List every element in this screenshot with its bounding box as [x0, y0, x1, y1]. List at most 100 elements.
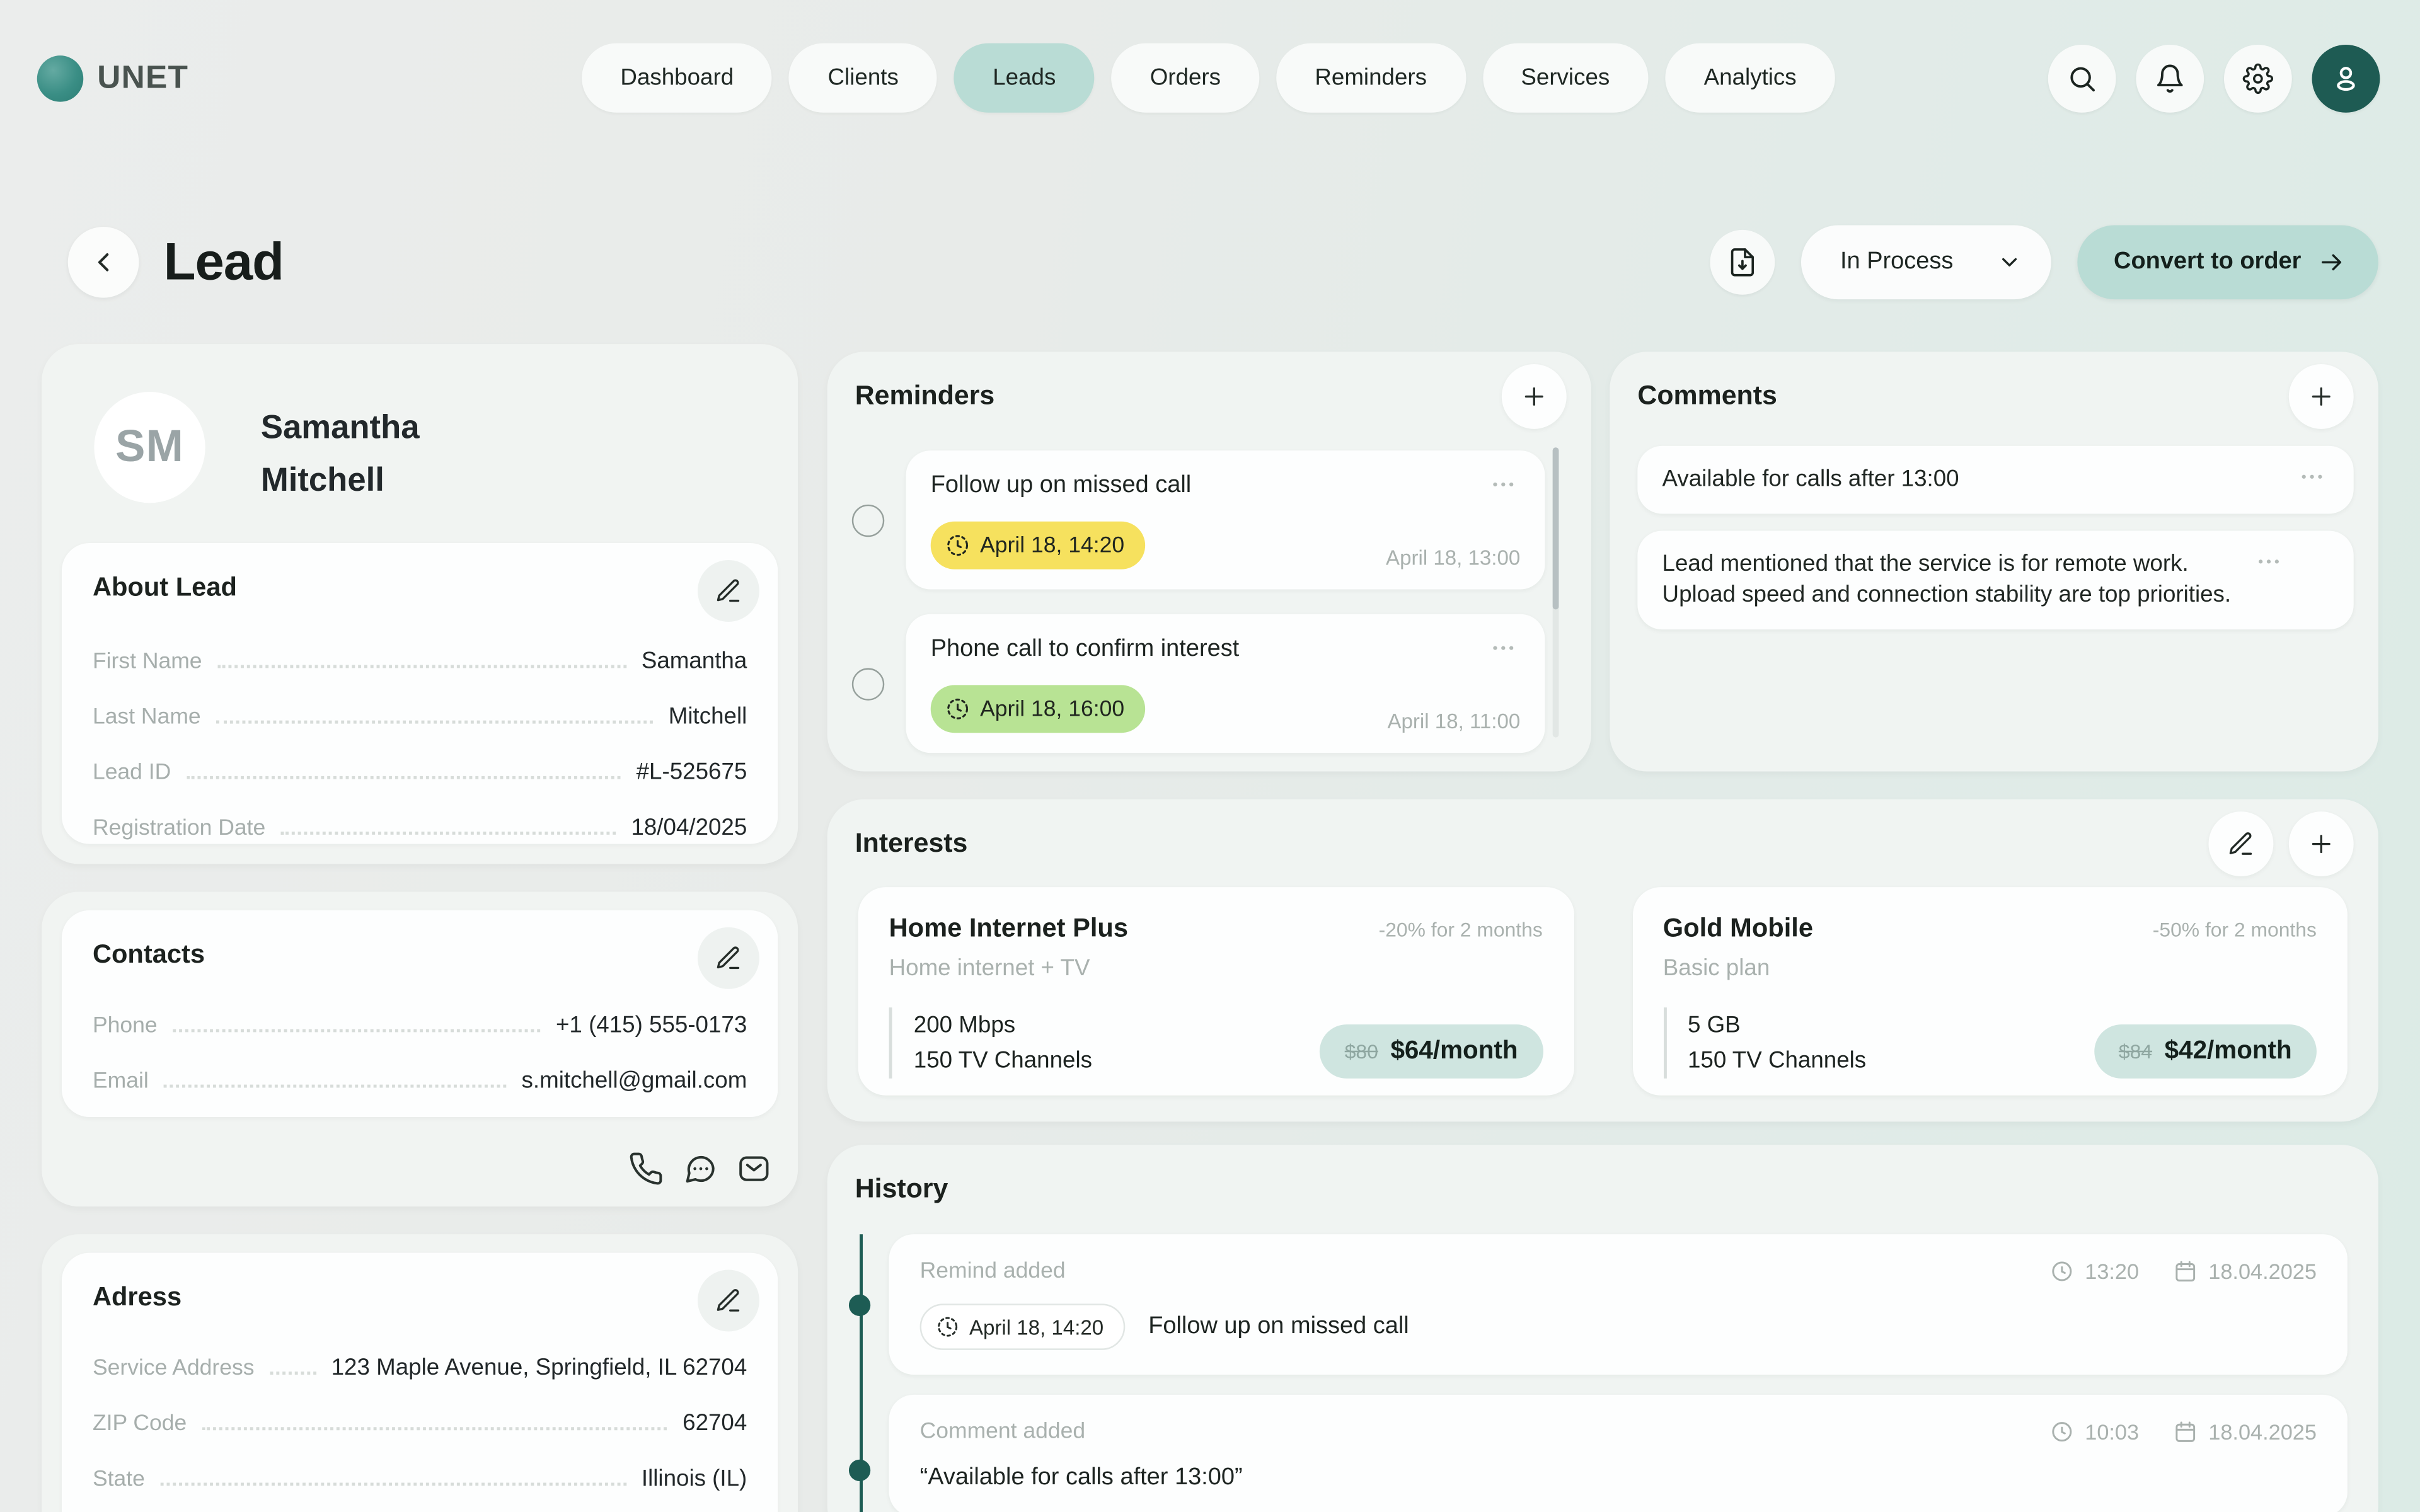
- field-value: 62704: [683, 1410, 747, 1436]
- about-lead-title: About Lead: [93, 573, 747, 604]
- edit-contacts-button[interactable]: [698, 927, 759, 989]
- event-time: 13:20: [2085, 1259, 2139, 1283]
- dotted-leader: [173, 1029, 540, 1032]
- scrollbar-thumb[interactable]: [1553, 447, 1559, 610]
- event-meta: 13:20 18.04.2025: [2049, 1259, 2317, 1283]
- search-button[interactable]: [2048, 44, 2116, 112]
- call-button[interactable]: [628, 1151, 664, 1186]
- clock-dotted-icon: [945, 696, 971, 722]
- field-row: StateIllinois (IL): [93, 1466, 747, 1492]
- plan-feature: 200 Mbps: [914, 1007, 1092, 1043]
- lead-page: UNET Dashboard Clients Leads Orders Remi…: [0, 0, 2420, 1512]
- nav-dashboard[interactable]: Dashboard: [582, 43, 772, 113]
- field-row: Registration Date18/04/2025: [93, 815, 747, 841]
- dotted-leader: [217, 665, 626, 668]
- gear-icon: [2242, 62, 2273, 93]
- export-button[interactable]: [1710, 230, 1775, 295]
- plan-feature: 150 TV Channels: [914, 1043, 1092, 1079]
- edit-address-button[interactable]: [698, 1270, 759, 1332]
- plan-features: 5 GB 150 TV Channels: [1663, 1007, 1866, 1079]
- interest-plans: Home Internet Plus -20% for 2 months Hom…: [858, 887, 2348, 1096]
- field-label: State: [93, 1467, 145, 1492]
- reminder-title: Phone call to confirm interest: [931, 636, 1239, 663]
- bell-icon: [2155, 62, 2186, 93]
- clock-dotted-icon: [935, 1315, 960, 1339]
- due-time-badge: April 18, 16:00: [931, 685, 1144, 733]
- lead-avatar: SM: [94, 392, 205, 503]
- event-text: “Available for calls after 13:00”: [920, 1464, 1243, 1492]
- nav-services[interactable]: Services: [1482, 43, 1648, 113]
- notifications-button[interactable]: [2136, 44, 2204, 112]
- add-reminder-button[interactable]: [1502, 364, 1567, 429]
- clock-icon: [2049, 1259, 2074, 1283]
- plan-card: Gold Mobile -50% for 2 months Basic plan…: [1632, 887, 2348, 1096]
- field-value: s.mitchell@gmail.com: [522, 1068, 747, 1094]
- email-button[interactable]: [736, 1151, 771, 1186]
- plus-icon: [2307, 830, 2335, 858]
- nav-reminders[interactable]: Reminders: [1276, 43, 1465, 113]
- nav-leads[interactable]: Leads: [954, 43, 1095, 113]
- comment-menu-button[interactable]: [2252, 549, 2286, 574]
- interests-section: Interests Home Internet Plus -20% for 2 …: [827, 799, 2378, 1122]
- dotted-leader: [270, 1372, 316, 1375]
- lead-last-name: Mitchell: [261, 454, 420, 506]
- field-label: Phone: [93, 1014, 158, 1038]
- history-section: History Remind added 13:20 18.04.2025 Ap…: [827, 1145, 2378, 1512]
- event-date: 18.04.2025: [2208, 1419, 2317, 1444]
- edit-about-button[interactable]: [698, 560, 759, 622]
- address-fields: Service Address123 Maple Avenue, Springf…: [93, 1354, 747, 1492]
- reminders-title: Reminders: [855, 379, 995, 411]
- edit-interests-button[interactable]: [2208, 811, 2273, 876]
- event-action: Comment added: [920, 1419, 1086, 1444]
- plan-feature: 150 TV Channels: [1688, 1043, 1866, 1079]
- reminder-checkbox[interactable]: [852, 667, 884, 699]
- plus-icon: [2307, 382, 2335, 410]
- convert-to-order-button[interactable]: Convert to order: [2077, 226, 2378, 300]
- calendar-icon: [2173, 1259, 2198, 1283]
- plan-price: $64/month: [1390, 1037, 1518, 1067]
- lead-name: Samantha Mitchell: [261, 401, 420, 507]
- file-download-icon: [1727, 247, 1758, 278]
- nav-analytics[interactable]: Analytics: [1665, 43, 1835, 113]
- comment-menu-button[interactable]: [2295, 464, 2329, 489]
- field-row: Service Address123 Maple Avenue, Springf…: [93, 1354, 747, 1381]
- dotted-leader: [202, 1427, 667, 1430]
- address-panel: Adress Service Address123 Maple Avenue, …: [62, 1253, 778, 1512]
- field-label: ZIP Code: [93, 1412, 187, 1436]
- event-time: 10:03: [2085, 1419, 2139, 1444]
- address-title: Adress: [93, 1282, 747, 1313]
- field-label: Lead ID: [93, 760, 171, 785]
- message-button[interactable]: [682, 1151, 717, 1186]
- reminder-created: April 18, 13:00: [1386, 546, 1520, 570]
- reminder-menu-button[interactable]: [1486, 636, 1520, 660]
- page-title-bar: Lead: [68, 227, 284, 298]
- nav-orders[interactable]: Orders: [1111, 43, 1259, 113]
- contacts-panel: Contacts Phone+1 (415) 555-0173 Emails.m…: [62, 910, 778, 1117]
- brand-logo[interactable]: UNET: [37, 55, 188, 101]
- clock-dotted-icon: [945, 532, 971, 559]
- arrow-right-icon: [2318, 248, 2346, 276]
- settings-button[interactable]: [2224, 44, 2292, 112]
- chevron-down-icon: [1997, 250, 2021, 275]
- plan-name: Home Internet Plus: [889, 914, 1128, 944]
- add-interest-button[interactable]: [2289, 811, 2354, 876]
- add-comment-button[interactable]: [2289, 364, 2354, 429]
- user-avatar-button[interactable]: [2312, 44, 2380, 112]
- status-dropdown[interactable]: In Process: [1802, 226, 2051, 300]
- plan-old-price: $80: [1345, 1040, 1378, 1063]
- back-button[interactable]: [68, 227, 139, 298]
- calendar-icon: [2173, 1419, 2198, 1444]
- due-time-badge: April 18, 14:20: [931, 522, 1144, 570]
- reminder-checkbox[interactable]: [852, 504, 884, 536]
- reminders-section: Reminders Follow up on missed call April…: [827, 352, 1591, 771]
- reminder-menu-button[interactable]: [1486, 472, 1520, 496]
- plan-subtitle: Home internet + TV: [889, 955, 1543, 982]
- contacts-fields: Phone+1 (415) 555-0173 Emails.mitchell@g…: [93, 1012, 747, 1094]
- nav-clients[interactable]: Clients: [789, 43, 937, 113]
- field-row: Emails.mitchell@gmail.com: [93, 1068, 747, 1094]
- plan-subtitle: Basic plan: [1663, 955, 2317, 982]
- plan-old-price: $84: [2119, 1040, 2152, 1063]
- dotted-leader: [216, 721, 653, 724]
- plus-icon: [1520, 382, 1548, 410]
- plan-discount: -50% for 2 months: [2153, 918, 2317, 941]
